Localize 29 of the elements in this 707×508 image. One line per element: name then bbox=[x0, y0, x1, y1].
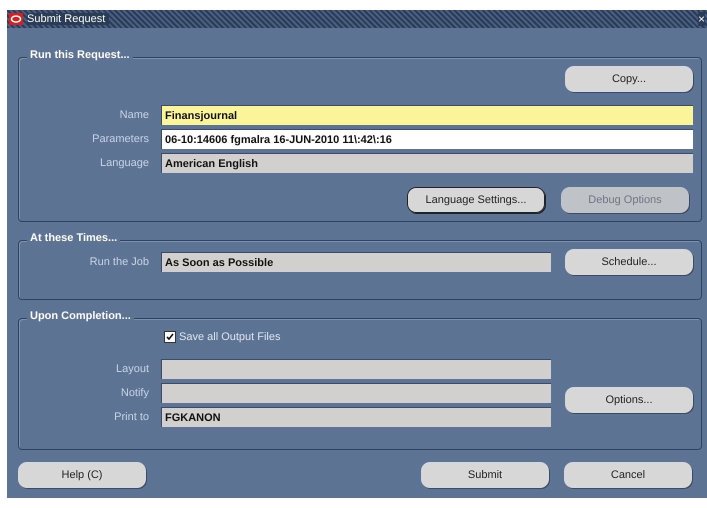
dialog-button[interactable]: Cancel bbox=[564, 462, 692, 488]
input-field[interactable]: As Soon as Possible bbox=[161, 252, 551, 272]
window-title: Submit Request bbox=[27, 13, 110, 25]
dialog-button[interactable]: Language Settings... bbox=[407, 187, 545, 213]
options-button[interactable]: Options... bbox=[565, 387, 693, 413]
input-field[interactable]: American English bbox=[161, 153, 693, 173]
section-title: Run this Request... bbox=[27, 49, 133, 61]
field-label: Language bbox=[99, 157, 150, 169]
section-title: Upon Completion... bbox=[27, 310, 134, 322]
field-label: Notify bbox=[120, 387, 150, 399]
field-label: Run the Job bbox=[88, 256, 150, 268]
input-field[interactable] bbox=[161, 359, 551, 379]
input-field[interactable]: 06-10:14606 fgmalra 16-JUN-2010 11\:42\:16 bbox=[161, 129, 693, 149]
copy-button[interactable]: Copy... bbox=[565, 66, 693, 92]
app-icon bbox=[9, 13, 23, 25]
dialog-button[interactable]: Submit bbox=[421, 462, 549, 488]
input-field[interactable]: FGKANON bbox=[161, 407, 551, 427]
checkbox[interactable] bbox=[164, 331, 176, 343]
checkbox-label: Save all Output Files bbox=[179, 331, 280, 343]
schedule-button[interactable]: Schedule... bbox=[565, 249, 693, 275]
field-label: Layout bbox=[114, 363, 150, 375]
section-title: At these Times... bbox=[27, 232, 120, 244]
field-label: Print to bbox=[113, 411, 150, 423]
close-button[interactable]: × bbox=[698, 12, 705, 26]
field-label: Parameters bbox=[91, 133, 150, 145]
help-button[interactable]: Help (C) bbox=[18, 462, 146, 488]
input-field[interactable]: Finansjournal bbox=[161, 105, 693, 125]
input-field[interactable] bbox=[161, 383, 551, 403]
field-label: Name bbox=[118, 109, 150, 121]
